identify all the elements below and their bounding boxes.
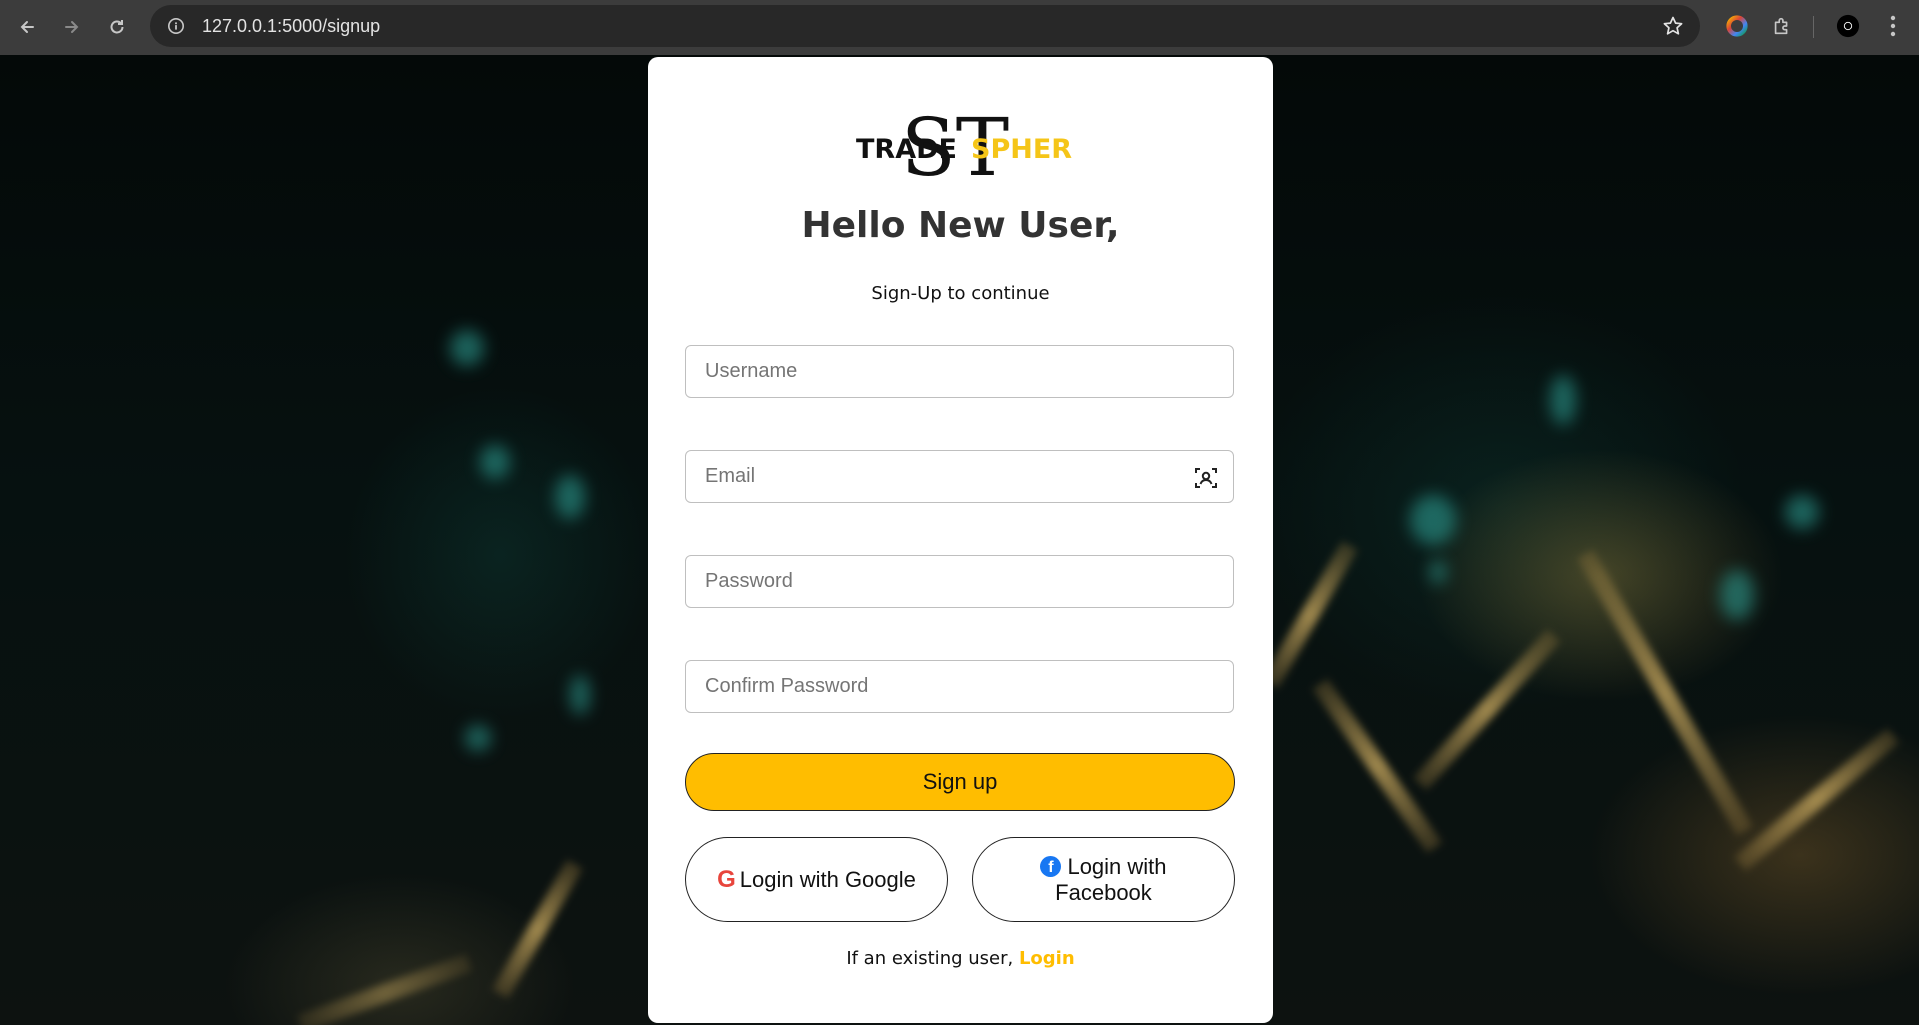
forward-icon[interactable]: [57, 12, 87, 42]
extensions-puzzle-icon[interactable]: [1769, 13, 1795, 39]
color-extension-icon[interactable]: [1724, 13, 1750, 39]
password-input[interactable]: [686, 570, 1233, 593]
username-field[interactable]: [685, 345, 1234, 398]
login-link[interactable]: Login: [1019, 948, 1075, 969]
confirm-password-input[interactable]: [686, 675, 1233, 698]
google-login-label: Login with Google: [739, 866, 916, 892]
facebook-login-button[interactable]: f Login with Facebook: [972, 837, 1235, 922]
facebook-login-label-line1: Login with: [1067, 853, 1167, 879]
svg-text:TRADE: TRADE: [856, 134, 957, 165]
password-field[interactable]: [685, 555, 1234, 608]
greeting-heading: Hello New User,: [801, 205, 1120, 246]
address-bar[interactable]: 127.0.0.1:5000/signup: [150, 5, 1700, 47]
bookmark-star-icon[interactable]: [1662, 15, 1684, 37]
username-input[interactable]: [686, 360, 1233, 383]
autofill-contact-icon[interactable]: [1193, 465, 1219, 491]
email-field[interactable]: [685, 450, 1234, 503]
facebook-icon: f: [1040, 855, 1062, 877]
existing-user-prompt: If an existing user, Login: [648, 948, 1273, 969]
signup-card: ST TRADE SPHERE Hello New User, Sign-Up …: [648, 57, 1273, 1023]
site-info-icon[interactable]: [166, 16, 186, 36]
reload-icon[interactable]: [102, 12, 132, 42]
existing-user-text: If an existing user,: [846, 948, 1019, 969]
google-login-button[interactable]: G Login with Google: [685, 837, 948, 922]
signup-button[interactable]: Sign up: [685, 753, 1235, 811]
signup-subtitle: Sign-Up to continue: [871, 283, 1050, 304]
browser-toolbar: 127.0.0.1:5000/signup: [0, 0, 1919, 55]
back-icon[interactable]: [12, 12, 42, 42]
url-text[interactable]: 127.0.0.1:5000/signup: [202, 16, 380, 37]
menu-kebab-icon[interactable]: [1880, 13, 1906, 39]
facebook-login-label-line2: Facebook: [1055, 879, 1152, 905]
profile-avatar[interactable]: [1835, 13, 1861, 39]
tradesphere-logo: ST TRADE SPHERE: [856, 101, 1073, 194]
svg-text:SPHERE: SPHERE: [971, 134, 1073, 165]
email-input[interactable]: [686, 465, 1233, 488]
google-icon: G: [717, 865, 736, 893]
toolbar-divider: [1813, 16, 1814, 38]
confirm-password-field[interactable]: [685, 660, 1234, 713]
